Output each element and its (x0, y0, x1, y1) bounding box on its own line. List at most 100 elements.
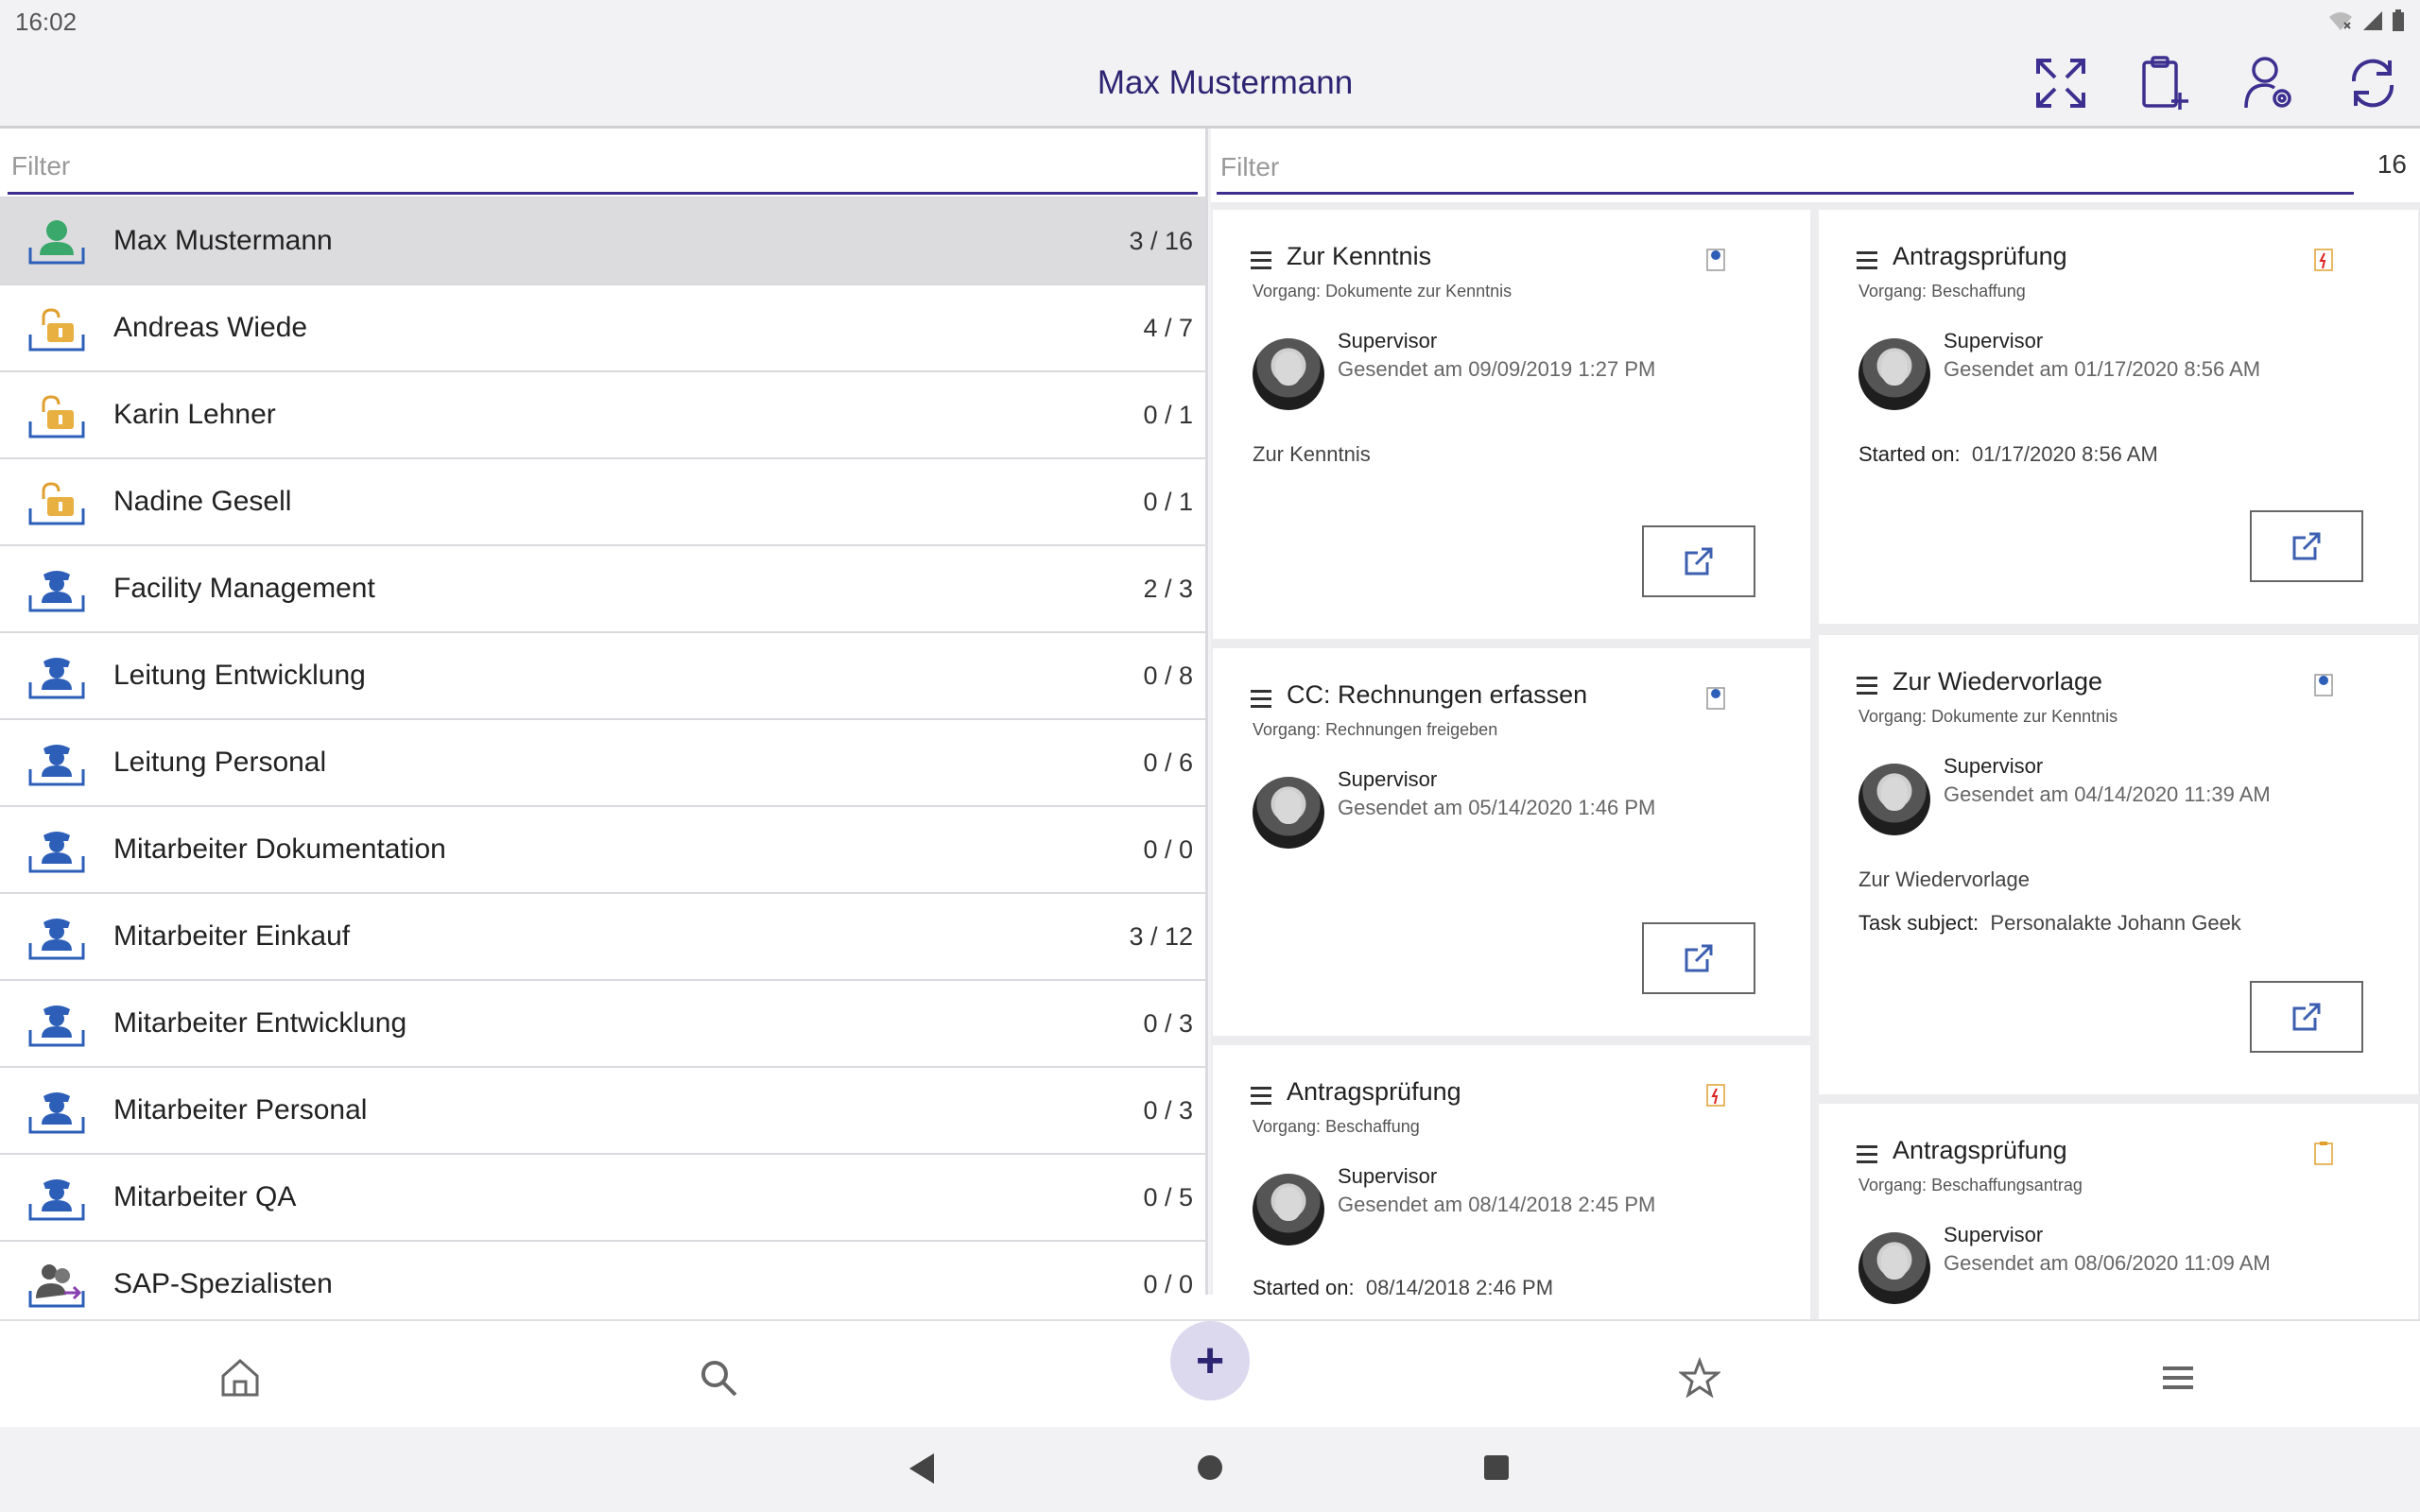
inbox-list-item[interactable]: Leitung Personal 0 / 6 (0, 720, 1205, 807)
inbox-name: Karin Lehner (113, 399, 276, 430)
card-menu-icon[interactable] (1251, 690, 1271, 708)
card-sender: Supervisor (1338, 329, 1438, 352)
card-menu-icon[interactable] (1857, 251, 1877, 269)
app-bar: Max Mustermann (0, 43, 2420, 129)
new-task-button[interactable] (2136, 55, 2193, 112)
avatar (1253, 777, 1324, 849)
role-icon (26, 1000, 87, 1049)
card-text: Zur Kenntnis (1253, 442, 1371, 466)
user-settings-button[interactable] (2240, 55, 2297, 112)
add-button[interactable]: + (1170, 1321, 1250, 1400)
inbox-count: 0 / 3 (1143, 1009, 1193, 1038)
info-clipboard-icon (2314, 674, 2333, 696)
card-sent-date: Gesendet am 04/14/2020 11:39 AM (1944, 782, 2271, 806)
card-task-subject: Task subject: Personalakte Johann Geek (1858, 911, 2241, 936)
inbox-name: Mitarbeiter Personal (113, 1094, 368, 1125)
refresh-button[interactable] (2344, 55, 2401, 112)
inbox-count: 2 / 3 (1143, 575, 1193, 603)
card-sent-date: Gesendet am 01/17/2020 8:56 AM (1944, 357, 2261, 381)
open-task-button[interactable] (2250, 510, 2363, 582)
inbox-list-item[interactable]: Mitarbeiter Dokumentation 0 / 0 (0, 807, 1205, 894)
inbox-list-item[interactable]: Karin Lehner 0 / 1 (0, 372, 1205, 459)
card-menu-icon[interactable] (1251, 1087, 1271, 1105)
task-card[interactable]: Antragsprüfung Vorgang: Beschaffung Supe… (1819, 210, 2418, 624)
card-title: Zur Kenntnis (1287, 242, 1432, 270)
inbox-name: Mitarbeiter QA (113, 1181, 297, 1212)
card-subtitle: Vorgang: Rechnungen freigeben (1253, 720, 1498, 739)
task-card[interactable]: Zur Wiedervorlage Vorgang: Dokumente zur… (1819, 635, 2418, 1094)
card-menu-icon[interactable] (1857, 1145, 1877, 1163)
inbox-name: Facility Management (113, 573, 375, 604)
inbox-list-item[interactable]: Nadine Gesell 0 / 1 (0, 459, 1205, 546)
recents-icon[interactable] (1482, 1453, 1511, 1482)
right-filter-input[interactable] (1217, 142, 2354, 195)
card-sender: Supervisor (1944, 329, 2044, 352)
status-time: 16:02 (15, 8, 78, 36)
task-card[interactable]: Antragsprüfung Vorgang: Beschaffung Supe… (1213, 1045, 1810, 1319)
nav-favorites-button[interactable] (1673, 1351, 1726, 1404)
open-external-icon (2292, 532, 2321, 560)
inbox-count: 0 / 0 (1143, 835, 1193, 864)
inbox-list-item[interactable]: Leitung Entwicklung 0 / 8 (0, 633, 1205, 720)
card-sender: Supervisor (1944, 1223, 2044, 1246)
info-clipboard-icon (1706, 687, 1725, 710)
open-external-icon (2292, 1003, 2321, 1031)
urgent-clipboard-icon (1706, 1084, 1725, 1107)
card-subtitle: Vorgang: Beschaffung (1858, 282, 2026, 301)
role-icon (26, 739, 87, 788)
inbox-list-item[interactable]: Facility Management 2 / 3 (0, 546, 1205, 633)
clipboard-add-icon (2142, 56, 2188, 110)
status-bar: 16:02 (0, 0, 2420, 43)
card-text: Zur Wiedervorlage (1858, 868, 2030, 891)
star-icon (1679, 1357, 1720, 1399)
open-external-icon (1685, 944, 1713, 972)
back-icon[interactable] (906, 1452, 938, 1486)
open-task-button[interactable] (1642, 922, 1755, 994)
task-card[interactable]: Antragsprüfung Vorgang: Beschaffungsantr… (1819, 1104, 2418, 1319)
card-title: CC: Rechnungen erfassen (1287, 680, 1588, 709)
role-icon (26, 652, 87, 701)
inbox-list-item[interactable]: Andreas Wiede 4 / 7 (0, 285, 1205, 372)
open-task-button[interactable] (1642, 525, 1755, 597)
card-sent-date: Gesendet am 05/14/2020 1:46 PM (1338, 796, 1656, 819)
avatar (1858, 338, 1930, 410)
inbox-list-item[interactable]: Mitarbeiter Entwicklung 0 / 3 (0, 981, 1205, 1068)
nav-menu-button[interactable] (2152, 1351, 2204, 1404)
started-label: Started on: (1858, 442, 1961, 466)
inbox-count: 0 / 6 (1143, 748, 1193, 777)
inbox-count: 0 / 1 (1143, 401, 1193, 429)
nav-home-button[interactable] (214, 1351, 267, 1404)
left-filter-input[interactable] (8, 140, 1198, 195)
role-icon (26, 913, 87, 962)
card-started: Started on: 01/17/2020 8:56 AM (1858, 442, 2158, 467)
inbox-list-item[interactable]: SAP-Spezialisten 0 / 0 (0, 1242, 1205, 1319)
substitute-lock-icon (26, 391, 87, 440)
plus-icon: + (1195, 1333, 1225, 1388)
card-menu-icon[interactable] (1857, 677, 1877, 695)
inbox-name: Mitarbeiter Entwicklung (113, 1007, 407, 1039)
inbox-list-item[interactable]: Mitarbeiter Einkauf 3 / 12 (0, 894, 1205, 981)
avatar (1858, 764, 1930, 835)
card-title: Zur Wiedervorlage (1893, 667, 2103, 696)
inbox-list-item[interactable]: Mitarbeiter QA 0 / 5 (0, 1155, 1205, 1242)
card-menu-icon[interactable] (1251, 251, 1271, 269)
inbox-count: 3 / 16 (1129, 227, 1193, 255)
battery-icon (2393, 9, 2404, 31)
inbox-list-item[interactable]: Mitarbeiter Personal 0 / 3 (0, 1068, 1205, 1155)
task-card[interactable]: Zur Kenntnis Vorgang: Dokumente zur Kenn… (1213, 210, 1810, 639)
card-title: Antragsprüfung (1893, 242, 2067, 270)
started-label: Started on: (1253, 1276, 1355, 1299)
home-icon (221, 1358, 259, 1397)
substitute-lock-icon (26, 478, 87, 527)
home-circle-icon[interactable] (1196, 1453, 1224, 1482)
inbox-list-item[interactable]: Max Mustermann 3 / 16 (0, 198, 1205, 285)
nav-search-button[interactable] (692, 1351, 745, 1404)
inbox-name: SAP-Spezialisten (113, 1268, 333, 1299)
card-sent-date: Gesendet am 09/09/2019 1:27 PM (1338, 357, 1656, 381)
task-subject-label: Task subject: (1858, 911, 1979, 935)
task-card[interactable]: CC: Rechnungen erfassen Vorgang: Rechnun… (1213, 648, 1810, 1036)
expand-button[interactable] (2032, 55, 2089, 112)
open-task-button[interactable] (2250, 981, 2363, 1053)
inbox-name: Max Mustermann (113, 225, 333, 256)
expand-icon (2036, 59, 2085, 108)
